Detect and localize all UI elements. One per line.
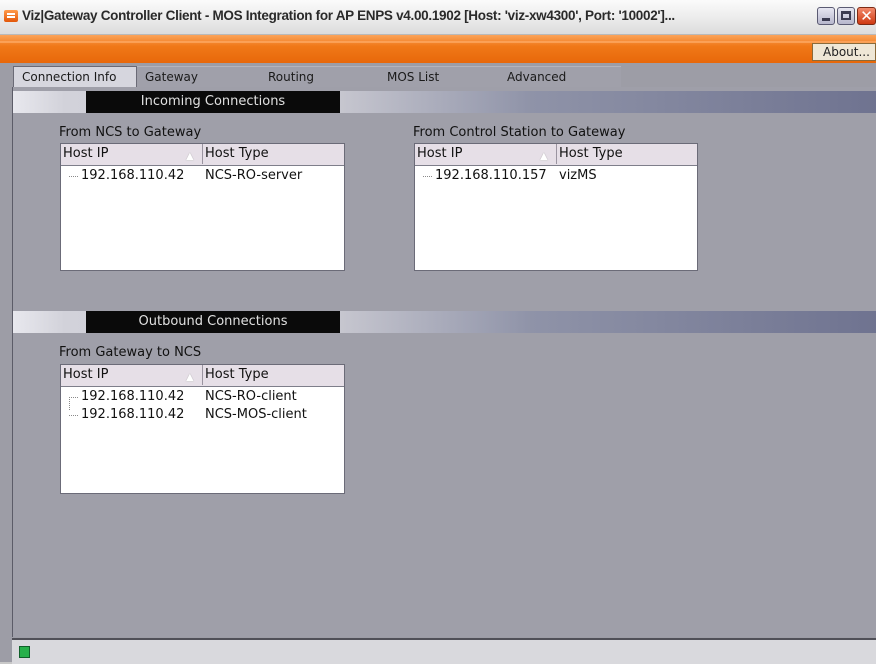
table-row[interactable]: 192.168.110.42 NCS-RO-server [61,167,344,185]
tab-advanced[interactable]: Advanced [499,66,621,87]
outbound-section-title: Outbound Connections [86,311,340,333]
status-led-icon [19,646,30,658]
gateway-to-ncs-label: From Gateway to NCS [59,345,202,360]
control-station-to-gateway-list[interactable]: Host IP ▲ Host Type 192.168.110.157 vizM… [414,143,698,271]
connection-info-panel: Incoming Connections From NCS to Gateway… [12,87,876,637]
gateway-to-ncs-list[interactable]: Host IP ▲ Host Type 192.168.110.42 NCS-R… [60,364,345,494]
control-station-to-gateway-label: From Control Station to Gateway [413,125,626,140]
column-header-host-ip[interactable]: Host IP ▲ [415,144,557,164]
close-button[interactable]: ✕ [857,7,876,25]
host-type-cell: NCS-RO-client [205,389,297,404]
tree-connector [423,176,432,177]
table-row[interactable]: 192.168.110.42 NCS-MOS-client [61,406,344,424]
viz-app-icon[interactable] [4,10,18,22]
menu-bar [0,35,876,63]
list-header: Host IP ▲ Host Type [415,144,697,166]
host-type-cell: NCS-RO-server [205,168,303,183]
tab-gateway[interactable]: Gateway [137,66,260,87]
list-header: Host IP ▲ Host Type [61,365,344,387]
minimize-button[interactable] [817,7,835,25]
host-type-cell: NCS-MOS-client [205,407,307,422]
status-bar [12,638,876,664]
tree-connector [69,415,78,416]
app-window: Viz|Gateway Controller Client - MOS Inte… [0,0,876,664]
column-header-host-ip[interactable]: Host IP ▲ [61,365,203,385]
ncs-to-gateway-label: From NCS to Gateway [59,125,202,140]
tree-connector [69,397,78,398]
minimize-icon [822,18,830,21]
menu-bar-highlight [0,41,876,43]
sort-ascending-icon: ▲ [186,372,194,383]
list-header: Host IP ▲ Host Type [61,144,344,166]
tab-connection-info[interactable]: Connection Info [13,66,137,88]
host-ip-cell: 192.168.110.42 [81,407,185,422]
maximize-icon [841,11,851,20]
table-row[interactable]: 192.168.110.157 vizMS [415,167,697,185]
column-header-host-type[interactable]: Host Type [557,144,697,164]
about-button[interactable]: About... [812,43,876,61]
column-header-host-ip[interactable]: Host IP ▲ [61,144,203,164]
host-ip-cell: 192.168.110.42 [81,389,185,404]
host-ip-cell: 192.168.110.157 [435,168,547,183]
ncs-to-gateway-list[interactable]: Host IP ▲ Host Type 192.168.110.42 NCS-R… [60,143,345,271]
tree-connector [69,176,78,177]
sort-ascending-icon: ▲ [186,151,194,162]
outbound-section-header: Outbound Connections [13,311,876,333]
window-title: Viz|Gateway Controller Client - MOS Inte… [22,8,675,23]
title-bar[interactable]: Viz|Gateway Controller Client - MOS Inte… [0,0,876,35]
host-ip-cell: 192.168.110.42 [81,168,185,183]
tab-routing[interactable]: Routing [260,66,379,87]
close-icon: ✕ [860,7,873,25]
column-header-host-type[interactable]: Host Type [203,144,344,164]
tab-strip: Connection Info Gateway Routing MOS List… [13,66,876,88]
host-type-cell: vizMS [559,168,597,183]
table-row[interactable]: 192.168.110.42 NCS-RO-client [61,388,344,406]
column-header-host-type[interactable]: Host Type [203,365,344,385]
incoming-section-header: Incoming Connections [13,91,876,113]
maximize-button[interactable] [837,7,855,25]
tab-mos-list[interactable]: MOS List [379,66,499,87]
incoming-section-title: Incoming Connections [86,91,340,113]
sort-ascending-icon: ▲ [540,151,548,162]
